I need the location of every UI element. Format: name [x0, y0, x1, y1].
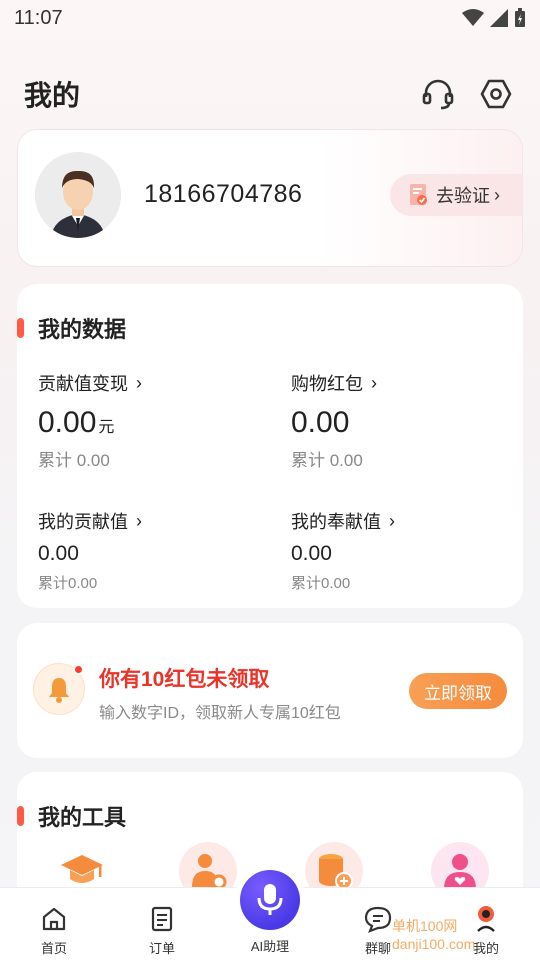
section-bar [17, 318, 24, 338]
my-data-card: 我的数据 贡献值变现 › 0.00 元 累计 0.00 购物红包 › 0.00 累计 … [17, 284, 523, 608]
settings-hex-icon[interactable] [476, 74, 516, 114]
nav-item-orders[interactable]: 订单 [122, 888, 202, 960]
chevron-right-icon: › [136, 510, 142, 531]
claim-now-button[interactable]: 立即领取 [409, 673, 507, 709]
avatar[interactable] [35, 152, 121, 238]
stat-total: 累计 0.00 [38, 451, 110, 470]
status-time: 11:07 [14, 6, 63, 29]
stat-label: 我的贡献值 [38, 512, 128, 532]
nav-label: 首页 [40, 941, 67, 956]
stat-value: 0.00 [38, 542, 79, 565]
page-header: 我的 [0, 66, 540, 122]
my-tools-title: 我的工具 [38, 805, 127, 830]
nav-label: 订单 [148, 941, 175, 956]
status-bar: 11:07 [0, 0, 540, 36]
page-title: 我的 [24, 80, 81, 111]
stat-unit: 元 [98, 419, 115, 436]
chevron-right-icon: › [389, 510, 395, 531]
stat-value: 0.00 [38, 406, 97, 439]
order-icon [147, 904, 177, 934]
battery-icon [515, 8, 525, 27]
verify-button[interactable]: 去验证 › [390, 174, 522, 216]
certificate-icon [410, 184, 427, 205]
profile-card[interactable]: 18166704786 去验证 › [17, 129, 523, 267]
chat-icon [363, 904, 393, 934]
headset-icon[interactable] [418, 74, 458, 114]
red-packet-subtitle: 输入数字ID，领取新人专属10红包 [99, 705, 341, 722]
stat-contribution-cash[interactable]: 贡献值变现 › 0.00 元 累计 0.00 [38, 370, 142, 471]
bell-icon [33, 663, 85, 715]
chevron-right-icon: › [371, 372, 377, 393]
status-icons [462, 8, 526, 28]
wifi-icon [462, 9, 484, 26]
red-packet-card: 你有10红包未领取 输入数字ID，领取新人专属10红包 立即领取 [17, 623, 523, 758]
phone-number: 18166704786 [144, 180, 303, 208]
stat-label: 贡献值变现 [38, 374, 128, 394]
nav-label: 群聊 [364, 941, 391, 956]
chevron-right-icon: › [136, 372, 142, 393]
my-data-header: 我的数据 [17, 312, 126, 344]
nav-label: AI助理 [250, 939, 290, 954]
stat-total: 累计 0.00 [291, 451, 363, 470]
home-icon [39, 904, 69, 934]
stat-my-devotion[interactable]: 我的奉献值 › 0.00 累计0.00 [291, 508, 395, 593]
my-tools-header: 我的工具 [17, 800, 126, 832]
stat-value: 0.00 [291, 542, 332, 565]
notification-dot [73, 664, 84, 675]
stat-value: 0.00 [291, 406, 350, 439]
stat-total: 累计0.00 [38, 575, 98, 592]
stat-my-contribution[interactable]: 我的贡献值 › 0.00 累计0.00 [38, 508, 142, 593]
stat-label: 我的奉献值 [291, 512, 381, 532]
chevron-right-icon: › [494, 184, 500, 205]
nav-item-home[interactable]: 首页 [14, 888, 94, 960]
stat-label: 购物红包 [291, 374, 363, 394]
my-data-title: 我的数据 [38, 317, 127, 342]
red-packet-title: 你有10红包未领取 [99, 668, 270, 691]
section-bar [17, 806, 24, 826]
stat-shopping-redpacket[interactable]: 购物红包 › 0.00 累计 0.00 [291, 370, 377, 471]
watermark: 单机100网 danji100.com [392, 918, 476, 952]
stat-total: 累计0.00 [291, 575, 351, 592]
microphone-icon[interactable] [240, 870, 300, 930]
verify-label: 去验证 [436, 186, 490, 206]
signal-icon [490, 9, 508, 27]
